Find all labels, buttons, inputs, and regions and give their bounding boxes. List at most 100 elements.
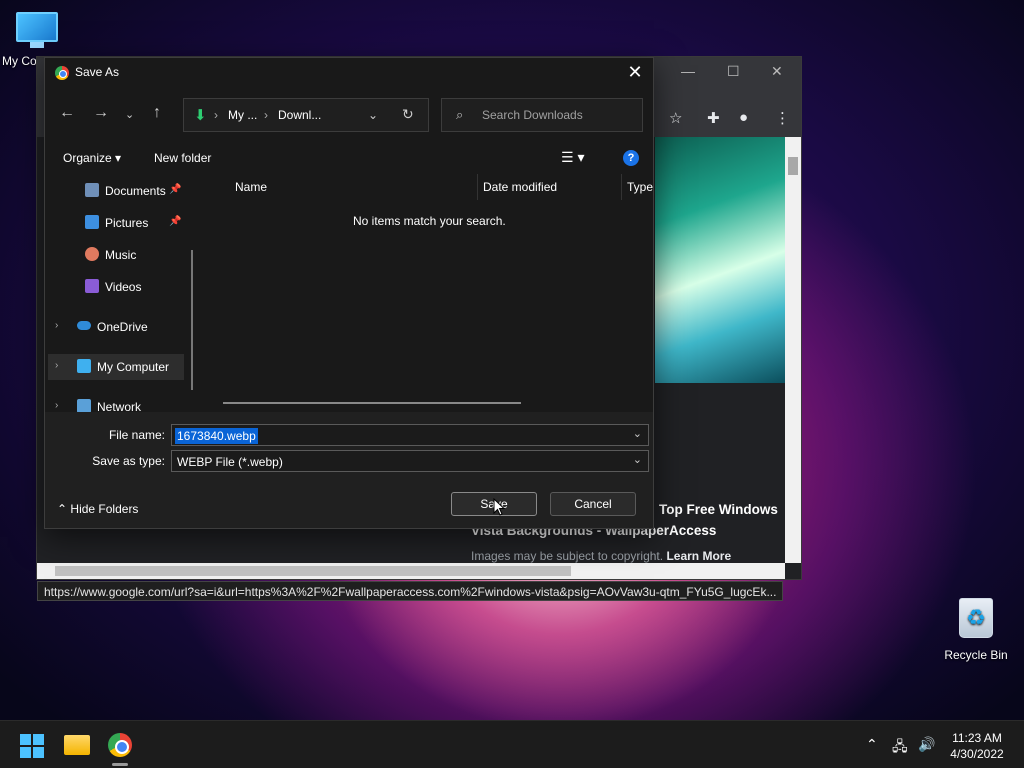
column-header-date-modified[interactable]: Date modified xyxy=(483,180,557,194)
maximize-icon[interactable]: ☐ xyxy=(727,63,740,80)
file-list: Name Date modified Type No items match y… xyxy=(205,174,653,412)
mouse-cursor-icon xyxy=(493,498,505,516)
cloud-icon xyxy=(77,321,91,330)
chrome-icon xyxy=(55,66,69,80)
file-list-scrollbar[interactable] xyxy=(223,402,521,404)
nav-item-pictures[interactable]: Pictures 📌 xyxy=(45,210,203,236)
desktop-icon-label: Recycle Bin xyxy=(944,648,1008,662)
nav-item-network[interactable]: › Network xyxy=(45,394,203,412)
result-copyright-note: Images may be subject to copyright. Lear… xyxy=(471,549,731,563)
column-header-name[interactable]: Name xyxy=(235,180,267,194)
new-folder-button[interactable]: New folder xyxy=(154,151,211,165)
status-url: https://www.google.com/url?sa=i&url=http… xyxy=(37,581,784,601)
vertical-scrollbar[interactable] xyxy=(785,137,801,563)
monitor-icon xyxy=(77,359,91,373)
nav-pane-scrollbar[interactable] xyxy=(191,250,193,390)
learn-more-link[interactable]: Learn More xyxy=(666,549,731,563)
network-icon[interactable]: 🖧 xyxy=(892,736,908,760)
file-explorer-icon[interactable] xyxy=(64,735,90,755)
save-as-dialog: Save As ✕ ← → ⌄ ↑ ⬇ › My ... › Downl... … xyxy=(44,57,654,529)
chevron-right-icon: › xyxy=(55,400,59,411)
save-type-label: Save as type: xyxy=(92,454,165,468)
breadcrumb-downloads[interactable]: Downl... xyxy=(278,108,321,122)
chrome-taskbar-icon[interactable] xyxy=(108,733,132,757)
hide-folders-button[interactable]: ⌃ Hide Folders xyxy=(57,502,138,516)
dialog-footer: File name: 1673840.webp ⌄ Save as type: … xyxy=(45,412,653,528)
network-icon xyxy=(77,399,91,412)
search-icon: ⌕ xyxy=(456,107,464,122)
clock-time: 11:23 AM xyxy=(952,731,1002,745)
chevron-down-icon: ▾ xyxy=(115,151,122,165)
monitor-icon xyxy=(2,12,72,48)
nav-item-documents[interactable]: Documents 📌 xyxy=(45,178,203,204)
view-options-icon[interactable]: ☰ ▾ xyxy=(561,149,584,166)
pictures-icon xyxy=(85,215,99,229)
nav-item-label: Pictures xyxy=(105,216,149,230)
active-app-indicator xyxy=(112,763,128,766)
documents-icon xyxy=(85,183,99,197)
dialog-title: Save As xyxy=(75,65,120,79)
horizontal-scrollbar[interactable] xyxy=(37,563,785,579)
address-bar[interactable]: ⬇ › My ... › Downl... ⌄ ↻ xyxy=(183,98,429,132)
start-button-windows-icon[interactable] xyxy=(20,734,44,758)
volume-icon[interactable]: 🔊 xyxy=(918,736,935,753)
search-input[interactable]: ⌕ Search Downloads xyxy=(441,98,643,132)
clock-date: 4/30/2022 xyxy=(950,747,1004,761)
extensions-icon[interactable]: ✚ xyxy=(707,109,720,127)
hide-folders-label: Hide Folders xyxy=(70,502,139,516)
profile-icon[interactable]: ● xyxy=(739,109,748,126)
nav-item-music[interactable]: Music xyxy=(45,242,203,268)
bookmark-star-icon[interactable]: ☆ xyxy=(669,109,682,127)
navigation-pane: Documents 📌 Pictures 📌 Music Videos › On… xyxy=(45,174,203,412)
search-placeholder: Search Downloads xyxy=(482,108,583,122)
nav-item-label: My Computer xyxy=(97,360,170,374)
download-icon: ⬇ xyxy=(194,107,207,124)
scrollbar-thumb[interactable] xyxy=(788,157,798,175)
help-icon[interactable]: ? xyxy=(623,150,639,166)
command-bar: Organize ▾ New folder ☰ ▾ ? xyxy=(45,144,653,172)
nav-item-label: Network xyxy=(97,400,142,412)
chevron-up-icon[interactable]: ⌃ xyxy=(866,736,878,753)
music-icon xyxy=(85,247,99,261)
pin-icon: 📌 xyxy=(169,184,182,195)
taskbar: ⌃ 🖧 🔊 11:23 AM 4/30/2022 xyxy=(0,720,1024,768)
scrollbar-thumb[interactable] xyxy=(55,566,571,576)
nav-item-my-computer[interactable]: › My Computer xyxy=(48,354,184,380)
cancel-button[interactable]: Cancel xyxy=(550,492,636,516)
system-clock[interactable]: 11:23 AM 4/30/2022 xyxy=(942,730,1012,762)
up-arrow-icon[interactable]: ↑ xyxy=(153,104,161,122)
refresh-icon[interactable]: ↻ xyxy=(402,106,414,123)
nav-item-videos[interactable]: Videos xyxy=(45,274,203,300)
nav-item-label: OneDrive xyxy=(97,320,148,334)
organize-button[interactable]: Organize ▾ xyxy=(63,151,121,165)
minimize-icon[interactable]: — xyxy=(681,63,695,79)
file-name-label: File name: xyxy=(108,428,165,442)
file-name-value: 1673840.webp xyxy=(175,428,258,444)
recent-locations-chevron-icon[interactable]: ⌄ xyxy=(125,108,134,121)
column-header-type[interactable]: Type xyxy=(627,180,653,194)
chevron-down-icon[interactable]: ⌄ xyxy=(633,427,642,440)
result-title[interactable]: Top Free Windows xyxy=(659,502,778,517)
close-icon[interactable]: ✕ xyxy=(771,63,783,80)
recycle-bin-icon: ♻ xyxy=(959,598,993,638)
nav-item-label: Music xyxy=(105,248,137,262)
dialog-titlebar: Save As ✕ xyxy=(45,58,653,88)
chevron-down-icon[interactable]: ⌄ xyxy=(633,453,642,466)
copyright-text: Images may be subject to copyright. xyxy=(471,549,664,563)
chevron-up-icon: ⌃ xyxy=(57,502,68,516)
file-name-input[interactable]: 1673840.webp ⌄ xyxy=(171,424,649,446)
desktop-icon-recycle-bin[interactable]: ♻ Recycle Bin xyxy=(940,598,1012,662)
forward-arrow-icon[interactable]: → xyxy=(93,104,109,122)
menu-dots-icon[interactable]: ⋮ xyxy=(775,109,790,127)
nav-item-label: Videos xyxy=(105,280,142,294)
close-icon[interactable]: ✕ xyxy=(625,62,645,83)
chevron-right-icon: › xyxy=(55,320,59,331)
nav-item-onedrive[interactable]: › OneDrive xyxy=(45,314,203,340)
pin-icon: 📌 xyxy=(169,216,182,227)
breadcrumb-my-computer[interactable]: My ... xyxy=(228,108,257,122)
result-image-preview[interactable] xyxy=(655,137,785,383)
chevron-down-icon[interactable]: ⌄ xyxy=(368,108,378,122)
back-arrow-icon[interactable]: ← xyxy=(59,104,75,122)
videos-icon xyxy=(85,279,99,293)
save-type-select[interactable]: WEBP File (*.webp) ⌄ xyxy=(171,450,649,472)
